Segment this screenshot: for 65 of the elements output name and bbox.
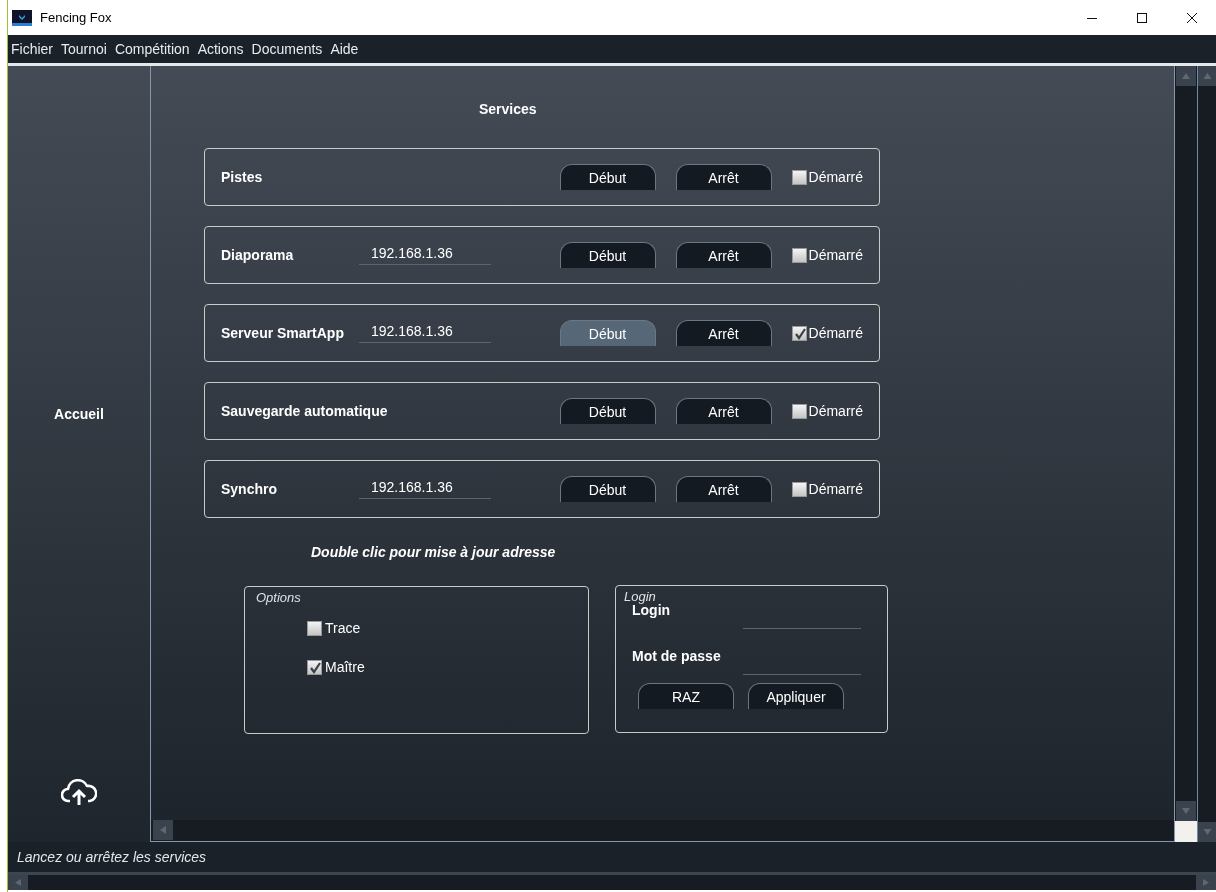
menu-item[interactable]: Tournoi: [61, 41, 107, 57]
checkbox[interactable]: [307, 660, 322, 675]
menu-item[interactable]: Actions: [197, 41, 244, 57]
tab-button[interactable]: Appliquer: [748, 683, 844, 709]
maximize-icon[interactable]: [1136, 11, 1148, 24]
scroll-up-icon[interactable]: [1198, 66, 1216, 86]
checkbox-label: Démarré: [808, 247, 863, 263]
status-text: Lancez ou arrêtez les services: [8, 842, 1216, 875]
checkbox-label: Maître: [325, 659, 365, 675]
checkbox[interactable]: [791, 482, 807, 497]
tab-button[interactable]: Arrêt: [675, 164, 772, 190]
vertical-scrollbar[interactable]: [1197, 66, 1216, 842]
checkbox-label: Démarré: [808, 403, 863, 419]
tab-button[interactable]: RAZ: [638, 683, 734, 709]
checkbox[interactable]: [791, 170, 807, 185]
checkbox[interactable]: [791, 404, 807, 419]
tab-button[interactable]: Début: [559, 164, 656, 190]
checkbox-label: Démarré: [808, 325, 863, 341]
section-title: Services: [479, 101, 538, 118]
group-title: Options: [255, 589, 302, 605]
tab-button[interactable]: Début: [559, 476, 656, 502]
checkbox-label: Démarré: [808, 169, 863, 185]
service-name: Serveur SmartApp: [220, 325, 345, 341]
service-name: Pistes: [220, 169, 264, 185]
hint-text: Double clic pour mise à jour adresse: [311, 544, 557, 560]
checkbox-label: Trace: [325, 620, 361, 636]
service-name: Synchro: [220, 481, 278, 497]
scroll-down-icon[interactable]: [1198, 822, 1216, 842]
tab-button[interactable]: Arrêt: [675, 242, 772, 268]
scroll-right-icon[interactable]: [1196, 875, 1216, 890]
service-name: Sauvegarde automatique: [220, 403, 388, 419]
app-logo-icon: [12, 9, 32, 26]
horizontal-scrollbar[interactable]: [151, 820, 1174, 841]
menu-item[interactable]: Aide: [330, 41, 359, 57]
menu-item[interactable]: Documents: [251, 41, 323, 57]
checkbox[interactable]: [307, 621, 322, 636]
vertical-scrollbar[interactable]: [1175, 66, 1197, 821]
menu-item[interactable]: Fichier: [11, 41, 53, 57]
group-title: Login: [623, 588, 656, 604]
address-field[interactable]: 192.168.1.36: [359, 323, 491, 343]
tab-button[interactable]: Arrêt: [675, 398, 772, 424]
scroll-down-icon[interactable]: [1176, 801, 1196, 821]
tab-button[interactable]: Arrêt: [675, 476, 772, 502]
cloud-upload-icon[interactable]: [61, 776, 97, 806]
checkbox-label: Démarré: [808, 481, 863, 497]
close-icon[interactable]: [1186, 11, 1198, 24]
scroll-up-icon[interactable]: [1176, 66, 1196, 86]
address-field[interactable]: 192.168.1.36: [359, 479, 491, 499]
checkbox[interactable]: [791, 248, 807, 263]
scroll-left-icon[interactable]: [8, 875, 28, 890]
menu-item[interactable]: Compétition: [114, 41, 190, 57]
horizontal-scrollbar[interactable]: [8, 875, 1216, 890]
address-field[interactable]: 192.168.1.36: [359, 245, 491, 265]
sidebar-item[interactable]: Accueil: [54, 406, 104, 422]
checkbox[interactable]: [791, 326, 807, 341]
service-name: Diaporama: [220, 247, 295, 263]
tab-button[interactable]: Arrêt: [675, 320, 772, 346]
window-title: Fencing Fox: [40, 10, 112, 25]
tab-button[interactable]: Début: [559, 320, 656, 346]
tab-button[interactable]: Début: [559, 398, 656, 424]
scroll-left-icon[interactable]: [153, 820, 173, 840]
field-label: Login: [632, 602, 671, 618]
field-label: Mot de passe: [632, 648, 721, 664]
scroll-corner: [1175, 821, 1197, 842]
tab-button[interactable]: Début: [559, 242, 656, 268]
